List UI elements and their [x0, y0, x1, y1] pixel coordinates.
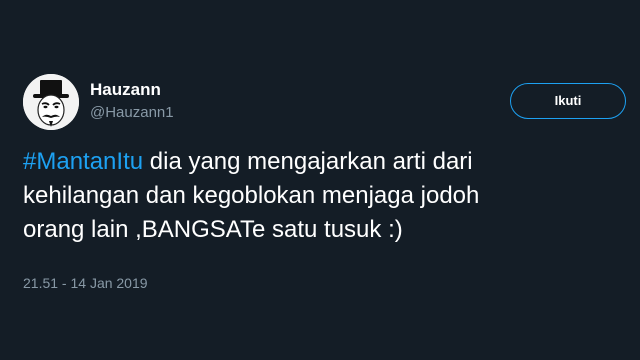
user-handle[interactable]: @Hauzann1: [90, 104, 174, 122]
hashtag-link[interactable]: #MantanItu: [23, 148, 143, 175]
follow-button[interactable]: Ikuti: [510, 83, 626, 119]
tweet-text: #MantanItu dia yang mengajarkan arti dar…: [23, 145, 623, 247]
masked-face-with-top-hat-icon: [23, 74, 79, 130]
tweet-line-1-text: dia yang mengajarkan arti dari: [143, 148, 473, 175]
tweet-line-3: orang lain ,BANGSATe satu tusuk :): [23, 216, 403, 243]
avatar[interactable]: [23, 74, 79, 130]
tweet-line-2: kehilangan dan kegoblokan menjaga jodoh: [23, 182, 480, 209]
display-name[interactable]: Hauzann: [90, 80, 161, 100]
tweet-card: Hauzann @Hauzann1 Ikuti #MantanItu dia y…: [0, 0, 640, 360]
tweet-line-1: #MantanItu dia yang mengajarkan arti dar…: [23, 145, 623, 179]
tweet-timestamp[interactable]: 21.51 - 14 Jan 2019: [23, 274, 148, 292]
